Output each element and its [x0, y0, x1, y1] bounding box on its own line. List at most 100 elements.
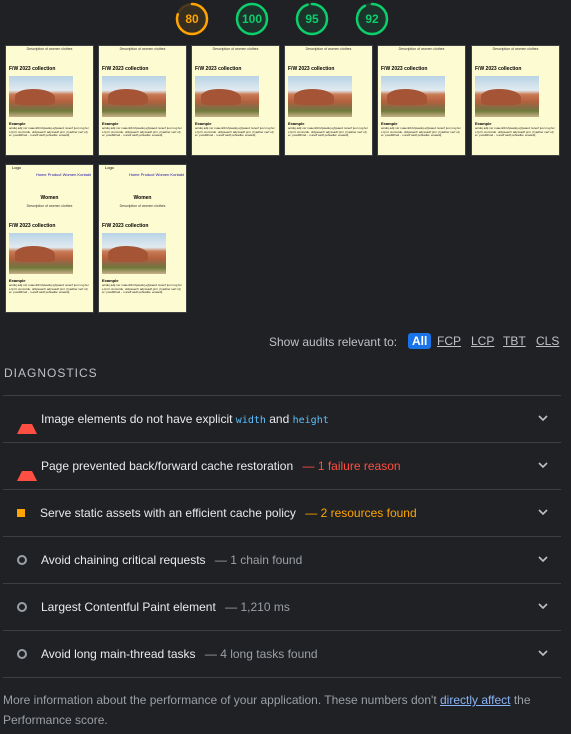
frame-body-text: aciduj adij nsr nuaenfdi kfpsaduj ejfpsa…: [102, 126, 182, 138]
filmstrip-frame: Description of women clothes F/W 2023 col…: [98, 45, 187, 156]
frame-collection: F/W 2023 collection: [475, 66, 522, 72]
frame-body-text: aciduj adij nsr nuaenfdi kfpsaduj ejfpsa…: [381, 126, 461, 138]
chevron-down-icon[interactable]: [537, 459, 549, 471]
filter-chip-lcp[interactable]: LCP: [471, 333, 494, 349]
frame-body-text: aciduj adij nsr nuaenfdi kfpsaduj ejfpsa…: [102, 283, 182, 295]
frame-body-text: aciduj adij nsr nuaenfdi kfpsaduj ejfpsa…: [9, 126, 89, 138]
filmstrip-frame: Description of women clothes F/W 2023 col…: [5, 45, 94, 156]
frame-collection: F/W 2023 collection: [195, 66, 242, 72]
frame-logo: Logo: [12, 165, 21, 170]
filmstrip-frame: Description of women clothes F/W 2023 col…: [471, 45, 560, 156]
filter-chip-all[interactable]: All: [408, 333, 432, 349]
frame-description: Description of women clothes: [119, 204, 166, 208]
frame-description: Description of women clothes: [212, 47, 259, 51]
frame-description: Description of women clothes: [26, 204, 73, 208]
filter-chip-fcp[interactable]: FCP: [437, 333, 461, 349]
audit-title: Page prevented back/forward cache restor…: [41, 459, 401, 473]
audit-title-text: Page prevented back/forward cache restor…: [41, 459, 294, 473]
performance-score-gauge[interactable]: 80: [175, 2, 209, 36]
audit-cache-policy[interactable]: Serve static assets with an efficient ca…: [3, 489, 561, 536]
filter-label: Show audits relevant to:: [269, 335, 398, 349]
fail-triangle-icon: [17, 414, 37, 434]
audit-detail: — 4 long tasks found: [204, 647, 318, 661]
frame-image: [9, 76, 73, 117]
frame-image: [475, 76, 539, 117]
info-circle-icon: [17, 555, 27, 565]
frame-description: Description of women clothes: [398, 47, 445, 51]
frame-body-text: aciduj adij nsr nuaenfdi kfpsaduj ejfpsa…: [288, 126, 368, 138]
filmstrip-frame: Description of women clothes F/W 2023 col…: [377, 45, 466, 156]
divider: [3, 677, 561, 678]
audit-title-and: and: [269, 412, 290, 426]
filmstrip-frame: Logo Home Product Women Kontakt Women Descr…: [98, 164, 187, 313]
audit-title-text: Avoid long main-thread tasks: [41, 647, 196, 661]
accessibility-score-gauge[interactable]: 100: [235, 2, 269, 36]
chevron-down-icon[interactable]: [537, 600, 549, 612]
audit-title: Serve static assets with an efficient ca…: [40, 506, 417, 520]
audit-long-tasks[interactable]: Avoid long main-thread tasks — 4 long ta…: [3, 630, 561, 677]
audit-title-text: Avoid chaining critical requests: [41, 553, 206, 567]
frame-image: [195, 76, 259, 117]
frame-nav: Home Product Women Kontakt: [35, 172, 91, 177]
audit-detail: — 1 failure reason: [302, 459, 401, 473]
frame-image: [9, 233, 73, 274]
audit-title: Avoid long main-thread tasks — 4 long ta…: [41, 647, 318, 661]
frame-body-text: aciduj adij nsr nuaenfdi kfpsaduj ejfpsa…: [9, 283, 89, 295]
frame-heading: Women: [133, 195, 152, 201]
frame-description: Description of women clothes: [26, 47, 73, 51]
score-gauges: 80 100 95 92: [0, 0, 571, 40]
frame-body-text: aciduj adij nsr nuaenfdi kfpsaduj ejfpsa…: [475, 126, 555, 138]
audit-lcp-element[interactable]: Largest Contentful Paint element — 1,210…: [3, 583, 561, 630]
chevron-down-icon[interactable]: [537, 412, 549, 424]
score-value: 100: [241, 12, 263, 26]
filmstrip-frame: Description of women clothes F/W 2023 col…: [191, 45, 280, 156]
frame-heading: Women: [40, 195, 59, 201]
frame-image: [288, 76, 352, 117]
frame-collection: F/W 2023 collection: [288, 66, 335, 72]
best-practices-score-gauge[interactable]: 95: [295, 2, 329, 36]
score-value: 80: [185, 12, 199, 26]
chevron-down-icon[interactable]: [537, 506, 549, 518]
audit-detail: — 2 resources found: [305, 506, 417, 520]
performance-footer-note: More information about the performance o…: [3, 690, 563, 730]
audit-title-text: Image elements do not have explicit: [41, 412, 233, 426]
filmstrip-frame: Description of women clothes F/W 2023 col…: [284, 45, 373, 156]
footer-text: More information about the performance o…: [3, 693, 437, 707]
frame-collection: F/W 2023 collection: [9, 66, 56, 72]
filter-chip-cls[interactable]: CLS: [536, 333, 559, 349]
frame-logo: Logo: [105, 165, 114, 170]
audit-title-text: Serve static assets with an efficient ca…: [40, 506, 296, 520]
chevron-down-icon[interactable]: [537, 647, 549, 659]
audit-code-width: width: [235, 415, 266, 426]
audit-critical-chains[interactable]: Avoid chaining critical requests — 1 cha…: [3, 536, 561, 583]
filter-chip-tbt[interactable]: TBT: [503, 333, 526, 349]
audit-code-height: height: [292, 415, 329, 426]
frame-image: [381, 76, 445, 117]
frame-collection: F/W 2023 collection: [102, 223, 149, 229]
chevron-down-icon[interactable]: [537, 553, 549, 565]
audit-title-text: Largest Contentful Paint element: [41, 600, 216, 614]
info-circle-icon: [17, 602, 27, 612]
frame-description: Description of women clothes: [305, 47, 352, 51]
audit-unsized-images[interactable]: Image elements do not have explicit widt…: [3, 395, 561, 442]
audit-title: Avoid chaining critical requests — 1 cha…: [41, 553, 302, 567]
frame-collection: F/W 2023 collection: [381, 66, 428, 72]
frame-description: Description of women clothes: [492, 47, 539, 51]
filmstrip-frame: Logo Home Product Women Kontakt Women Descr…: [5, 164, 94, 313]
frame-description: Description of women clothes: [119, 47, 166, 51]
audit-bfcache[interactable]: Page prevented back/forward cache restor…: [3, 442, 561, 489]
audit-filter-bar: Show audits relevant to: All FCP LCP TBT…: [0, 333, 571, 351]
fail-triangle-icon: [17, 461, 37, 481]
score-value: 92: [365, 12, 379, 26]
info-circle-icon: [17, 649, 27, 659]
audit-detail: — 1,210 ms: [225, 600, 290, 614]
seo-score-gauge[interactable]: 92: [355, 2, 389, 36]
frame-nav: Home Product Women Kontakt: [128, 172, 184, 177]
frame-collection: F/W 2023 collection: [9, 223, 56, 229]
directly-affect-link[interactable]: directly affect: [440, 693, 510, 707]
audit-detail: — 1 chain found: [214, 553, 303, 567]
frame-image: [102, 233, 166, 274]
score-value: 95: [305, 12, 319, 26]
average-square-icon: [17, 509, 25, 517]
diagnostics-heading: DIAGNOSTICS: [4, 366, 98, 380]
